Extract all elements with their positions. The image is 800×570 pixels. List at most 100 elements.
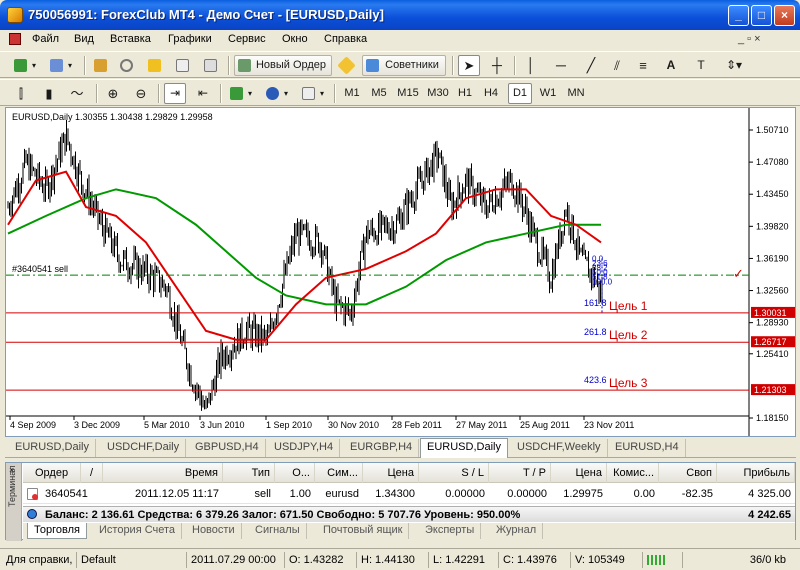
period-h4[interactable]: H4 <box>480 83 502 104</box>
toolbar-separator <box>228 56 230 75</box>
menu-file[interactable]: Файл <box>32 33 59 45</box>
fibo-tool[interactable]: ≡ <box>632 55 654 76</box>
chart-tab-eurusd-daily-active[interactable]: EURUSD,Daily <box>420 438 508 458</box>
line-chart-button[interactable]: 〜 <box>66 83 88 104</box>
chart-tab-usdchf-weekly[interactable]: USDCHF,Weekly <box>511 439 608 457</box>
cursor-tool[interactable]: ➤ <box>458 55 480 76</box>
chart-window[interactable]: 0.0 23.6 38.2 50.0 61.8 100.0 EURUSD,Daily 1.… <box>5 107 796 437</box>
trendline-icon: ╱ <box>586 57 596 73</box>
trendline-tool[interactable]: ╱ <box>580 55 602 76</box>
chart-doc-icon[interactable] <box>9 33 21 45</box>
chart-tab-usdjpy-h4[interactable]: USDJPY,H4 <box>268 439 341 457</box>
tab-news[interactable]: Новости <box>186 523 242 539</box>
order-icon <box>27 488 38 500</box>
menu-tools[interactable]: Сервис <box>228 33 266 45</box>
chart-tab-eurgbp-h4[interactable]: EURGBP,H4 <box>344 439 420 457</box>
label-tool[interactable]: T <box>690 55 712 76</box>
menu-insert[interactable]: Вставка <box>110 33 151 45</box>
period-d1[interactable]: D1 <box>508 83 532 104</box>
tab-mailbox[interactable]: Почтовый ящик <box>317 523 410 539</box>
title-bar[interactable]: 750056991: ForexClub MT4 - Демо Счет - [… <box>0 0 800 30</box>
col-price[interactable]: Цена <box>551 463 607 483</box>
price-tick-label: 1.50710 <box>756 125 789 135</box>
status-profile[interactable]: Default <box>76 552 184 568</box>
terminal-tabs: Торговля История Счета Новости Сигналы П… <box>23 523 795 540</box>
minimize-button[interactable]: _ <box>728 5 749 26</box>
col-profit[interactable]: Прибыль <box>717 463 795 483</box>
profiles-icon <box>50 59 63 72</box>
close-button[interactable]: × <box>774 5 795 26</box>
templates-button[interactable]: ▾ <box>298 83 330 104</box>
new-order-button[interactable]: Новый Ордер <box>234 55 332 76</box>
magnifier-doc-icon <box>204 59 217 72</box>
text-tool[interactable]: A <box>660 55 682 76</box>
table-row[interactable]: 3640541 2011.12.05 11:17 sell 1.00 eurus… <box>23 484 795 504</box>
period-m1[interactable]: M1 <box>340 83 364 104</box>
menu-help[interactable]: Справка <box>324 33 367 45</box>
date-tick-label: 3 Dec 2009 <box>74 420 120 430</box>
col-commission[interactable]: Комис... <box>607 463 659 483</box>
zoom-out-icon: ⊖ <box>135 86 147 101</box>
period-mn[interactable]: MN <box>563 83 589 104</box>
col-type[interactable]: Тип <box>223 463 275 483</box>
horizontal-line-tool[interactable]: ─ <box>550 55 572 76</box>
col-volume[interactable]: О... <box>275 463 315 483</box>
col-open-price[interactable]: Цена <box>363 463 419 483</box>
bar-chart-button[interactable]: ⫿ <box>10 83 32 104</box>
tab-journal[interactable]: Журнал <box>490 523 544 539</box>
maximize-button[interactable]: □ <box>751 5 772 26</box>
chart-shift-button[interactable]: ⇤ <box>192 83 214 104</box>
period-w1[interactable]: W1 <box>536 83 560 104</box>
channel-tool[interactable]: ⫽ <box>606 55 628 76</box>
profiles-button[interactable]: ▾ <box>46 55 78 76</box>
dropdown-icon: ▾ <box>32 61 37 70</box>
zoom-in-button[interactable]: ⊕ <box>102 83 124 104</box>
text-tool-icon: A <box>666 58 676 72</box>
indicators-button[interactable]: ▾ <box>226 83 258 104</box>
status-traffic: 36/0 kb <box>682 552 798 568</box>
menu-view[interactable]: Вид <box>74 33 94 45</box>
col-sl[interactable]: S / L <box>419 463 489 483</box>
chart-tab-eurusd-h4[interactable]: EURUSD,H4 <box>609 439 686 457</box>
new-chart-button[interactable]: ▾ <box>10 55 42 76</box>
tab-account-history[interactable]: История Счета <box>93 523 183 539</box>
periods-button[interactable]: ▾ <box>262 83 294 104</box>
tab-trade[interactable]: Торговля <box>27 523 87 539</box>
app-icon <box>7 7 23 23</box>
period-h1[interactable]: H1 <box>454 83 476 104</box>
period-m5[interactable]: M5 <box>367 83 391 104</box>
col-tp[interactable]: T / P <box>489 463 551 483</box>
market-watch-button[interactable] <box>90 55 112 76</box>
candles-button[interactable]: ▮ <box>38 83 60 104</box>
navigator-button[interactable] <box>144 55 166 76</box>
data-window-button[interactable] <box>116 55 138 76</box>
target2-label: Цель 2 <box>609 328 648 342</box>
autoscroll-button[interactable]: ⇥ <box>164 83 186 104</box>
tab-signals[interactable]: Сигналы <box>249 523 307 539</box>
period-m30[interactable]: M30 <box>424 83 452 104</box>
experts-button[interactable]: Советники <box>362 55 446 76</box>
order-number: 3640541 <box>45 488 88 500</box>
col-order[interactable]: Ордер <box>23 463 81 483</box>
metaeditor-button[interactable] <box>336 55 358 76</box>
menu-window[interactable]: Окно <box>282 33 308 45</box>
tester-button[interactable] <box>200 55 222 76</box>
tab-experts[interactable]: Эксперты <box>419 523 482 539</box>
col-time[interactable]: Время <box>103 463 223 483</box>
zoom-out-button[interactable]: ⊖ <box>130 83 152 104</box>
col-sort[interactable]: / <box>81 463 103 483</box>
period-m15[interactable]: M15 <box>394 83 422 104</box>
mdi-controls[interactable]: _ ▫ × <box>738 33 761 45</box>
arrows-tool[interactable]: ⇕▾ <box>718 55 750 76</box>
chart-tab-gbpusd-h4[interactable]: GBPUSD,H4 <box>189 439 266 457</box>
menu-charts[interactable]: Графики <box>168 33 212 45</box>
channel-icon: ⫽ <box>614 58 620 73</box>
chart-tab-eurusd-daily[interactable]: EURUSD,Daily <box>9 439 96 457</box>
col-swap[interactable]: Своп <box>659 463 717 483</box>
price-chart[interactable]: 0.023.638.250.061.8100.0 EURUSD,Daily 1.… <box>6 108 795 436</box>
vertical-line-tool[interactable]: │ <box>520 55 542 76</box>
crosshair-tool[interactable]: ┼ <box>486 55 508 76</box>
chart-tab-usdchf-daily[interactable]: USDCHF,Daily <box>101 439 187 457</box>
col-symbol[interactable]: Сим... <box>315 463 363 483</box>
terminal-button[interactable] <box>172 55 194 76</box>
